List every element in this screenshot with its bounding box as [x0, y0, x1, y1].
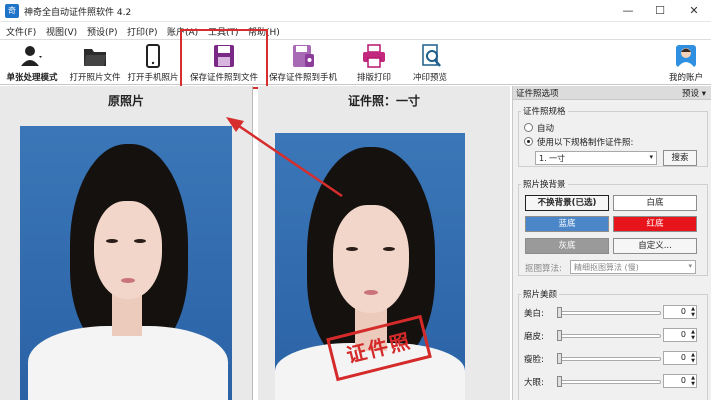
auto-label: 自动: [537, 124, 555, 134]
smooth-slider[interactable]: [557, 334, 661, 338]
algo-select[interactable]: 精细抠图算法 (慢) ▾: [570, 260, 696, 274]
menu-view[interactable]: 视图(V): [46, 25, 77, 38]
beauty-group-title: 照片美颜: [521, 288, 560, 300]
search-button[interactable]: 搜索: [663, 150, 697, 166]
app-icon: 奇: [5, 4, 19, 18]
window-title: 神奇全自动证件照软件 4.2: [24, 8, 132, 18]
open-phone-label: 打开手机照片: [127, 73, 179, 83]
single-mode-button[interactable]: 单张处理模式: [2, 42, 62, 83]
red-bg-button[interactable]: 红底: [613, 216, 697, 232]
toolbar: 单张处理模式 打开照片文件 打开手机照片 保存证件照到文件 保存证件照到手机 排…: [0, 40, 711, 85]
avatar-icon: [676, 45, 696, 67]
no-change-bg-button[interactable]: 不换背景(已选): [525, 195, 609, 211]
id-photo-title: 证件照：一寸: [347, 94, 420, 108]
save-to-file-label: 保存证件照到文件: [189, 73, 258, 83]
gray-bg-button[interactable]: 灰底: [525, 238, 609, 254]
floppy-phone-icon: [293, 45, 314, 67]
smooth-slider-thumb[interactable]: [557, 330, 562, 341]
save-to-phone-label: 保存证件照到手机: [268, 73, 337, 83]
menu-help[interactable]: 帮助(H): [248, 25, 280, 38]
maximize-button[interactable]: ☐: [644, 0, 676, 22]
big-eye-slider-thumb[interactable]: [557, 376, 562, 387]
title-bar: 奇 神奇全自动证件照软件 4.2 — ☐ ✕: [0, 0, 711, 22]
use-spec-radio[interactable]: [524, 137, 533, 146]
white-bg-button[interactable]: 白底: [613, 195, 697, 211]
chevron-down-icon: ▾: [688, 262, 692, 270]
my-account-label: 我的账户: [668, 73, 703, 83]
options-panel: 证件照选项 预设 ▾ 证件照规格 自动 使用以下规格制作证件照: 1. 一寸 ▾ …: [512, 86, 711, 400]
big-eye-label: 大眼:: [524, 378, 544, 388]
original-photo: [20, 126, 232, 400]
original-photo-panel: 原照片: [0, 86, 253, 400]
menu-bar: 文件(F) 视图(V) 预设(P) 打印(P) 账户(A) 工具(T) 帮助(H…: [0, 22, 711, 40]
menu-file[interactable]: 文件(F): [6, 25, 36, 38]
folder-icon: [84, 49, 106, 66]
chevron-down-icon: ▾: [649, 153, 653, 161]
blue-bg-button[interactable]: 蓝底: [525, 216, 609, 232]
whiten-label: 美白:: [524, 309, 544, 319]
spec-select[interactable]: 1. 一寸 ▾: [535, 151, 657, 165]
my-account-button[interactable]: 我的账户: [664, 42, 708, 83]
slim-face-slider-thumb[interactable]: [557, 353, 562, 364]
menu-account[interactable]: 账户(A): [167, 25, 198, 38]
menu-tools[interactable]: 工具(T): [208, 25, 239, 38]
smooth-spinbox[interactable]: 0 ▲ ▼: [663, 328, 697, 342]
whiten-spinbox[interactable]: 0 ▲ ▼: [663, 305, 697, 319]
minimize-button[interactable]: —: [612, 0, 644, 22]
layout-print-label: 排版打印: [356, 73, 391, 83]
print-preview-label: 冲印预览: [412, 73, 447, 83]
save-to-phone-button[interactable]: 保存证件照到手机: [264, 42, 342, 83]
slim-face-slider[interactable]: [557, 357, 661, 361]
slim-face-spinbox[interactable]: 0 ▲ ▼: [663, 351, 697, 365]
menu-preset[interactable]: 预设(P): [87, 25, 117, 38]
spec-group-title: 证件照规格: [521, 105, 568, 117]
original-photo-title: 原照片: [107, 94, 144, 108]
print-preview-icon: [422, 44, 441, 67]
single-mode-label: 单张处理模式: [6, 73, 58, 83]
user-icon: [21, 46, 42, 66]
slim-face-label: 瘦脸:: [524, 355, 544, 365]
auto-radio[interactable]: [524, 123, 533, 132]
open-photo-label: 打开照片文件: [69, 73, 121, 83]
preset-dropdown[interactable]: 预设 ▾: [682, 87, 706, 99]
id-photo-panel: 证件照：一寸 证件照: [258, 86, 510, 400]
background-group-title: 照片换背景: [521, 178, 568, 190]
whiten-slider[interactable]: [557, 311, 661, 315]
options-title: 证件照选项: [516, 89, 559, 99]
big-eye-spinbox[interactable]: 0 ▲ ▼: [663, 374, 697, 388]
printer-icon: [363, 44, 385, 68]
save-to-file-button[interactable]: 保存证件照到文件: [184, 42, 264, 83]
whiten-slider-thumb[interactable]: [557, 307, 562, 318]
smooth-label: 磨皮:: [524, 332, 544, 342]
close-button[interactable]: ✕: [678, 0, 710, 22]
options-header: 证件照选项 预设 ▾: [513, 86, 711, 100]
use-spec-label: 使用以下规格制作证件照:: [537, 138, 634, 148]
big-eye-slider[interactable]: [557, 380, 661, 384]
open-phone-button[interactable]: 打开手机照片: [124, 42, 182, 83]
floppy-disk-icon: [214, 45, 234, 67]
algo-label: 抠图算法:: [525, 264, 562, 274]
phone-icon: [146, 44, 160, 68]
layout-print-button[interactable]: 排版打印: [350, 42, 398, 83]
open-photo-button[interactable]: 打开照片文件: [66, 42, 124, 83]
custom-bg-button[interactable]: 自定义...: [613, 238, 697, 254]
menu-print[interactable]: 打印(P): [127, 25, 157, 38]
print-preview-button[interactable]: 冲印预览: [406, 42, 454, 83]
